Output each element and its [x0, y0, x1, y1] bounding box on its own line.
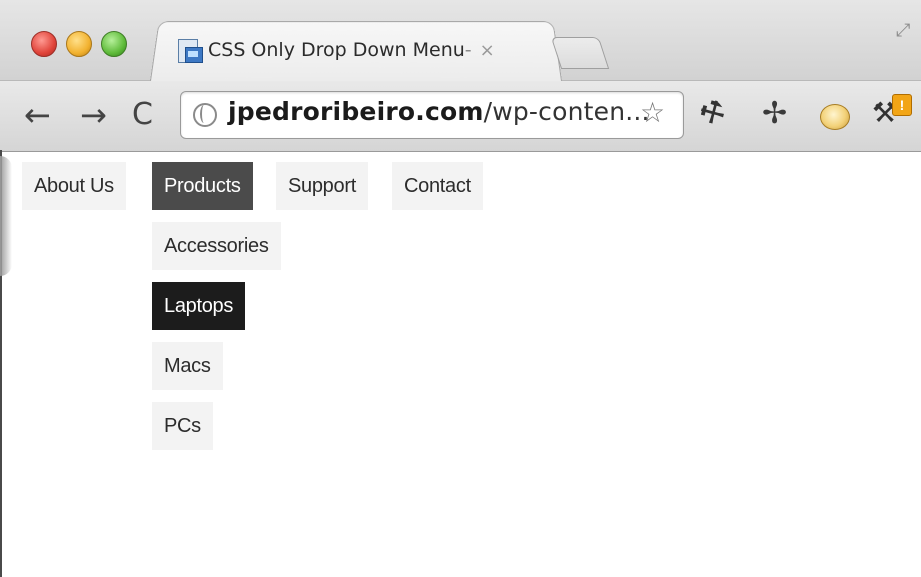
- menu-item-about-us[interactable]: About Us: [22, 162, 126, 210]
- submenu-item-accessories[interactable]: Accessories: [152, 222, 281, 270]
- back-arrow-icon[interactable]: ←: [24, 95, 51, 135]
- browser-window: CSS Only Drop Down Menu - × ⤢ ← → C jped…: [0, 0, 921, 577]
- submenu-item-macs[interactable]: Macs: [152, 342, 223, 390]
- cookie-icon[interactable]: [820, 104, 850, 130]
- url-path: /wp-conten...: [483, 97, 650, 126]
- close-window-button[interactable]: [31, 31, 57, 57]
- submenu-item-pcs[interactable]: PCs: [152, 402, 213, 450]
- url-domain: jpedroribeiro.com: [228, 97, 484, 126]
- window-edge-shadow: [0, 156, 12, 276]
- submenu-item-laptops[interactable]: Laptops: [152, 282, 246, 330]
- resize-icon[interactable]: ⤢: [896, 20, 910, 41]
- forward-arrow-icon[interactable]: →: [80, 95, 107, 135]
- menu-item-contact[interactable]: Contact: [392, 162, 483, 210]
- minimize-window-button[interactable]: [66, 31, 92, 57]
- url-text[interactable]: jpedroribeiro.com/wp-conten...: [228, 97, 650, 126]
- tab-close-icon[interactable]: ×: [480, 40, 495, 61]
- maximize-window-button[interactable]: [101, 31, 127, 57]
- tab-title-fade: -: [464, 39, 472, 61]
- reload-icon[interactable]: C: [132, 95, 153, 135]
- menu-item-products[interactable]: Products: [152, 162, 253, 210]
- page-favicon-icon: [176, 37, 203, 63]
- menu-item-support[interactable]: Support: [276, 162, 368, 210]
- star-icon[interactable]: ☆: [640, 96, 665, 129]
- new-tab-button[interactable]: [550, 37, 610, 69]
- globe-icon: [193, 103, 217, 127]
- update-badge-icon: !: [892, 94, 912, 116]
- tab-title: CSS Only Drop Down Menu: [208, 39, 465, 61]
- tab-content: CSS Only Drop Down Menu - ×: [176, 30, 495, 70]
- pin-icon[interactable]: ✢: [762, 96, 787, 131]
